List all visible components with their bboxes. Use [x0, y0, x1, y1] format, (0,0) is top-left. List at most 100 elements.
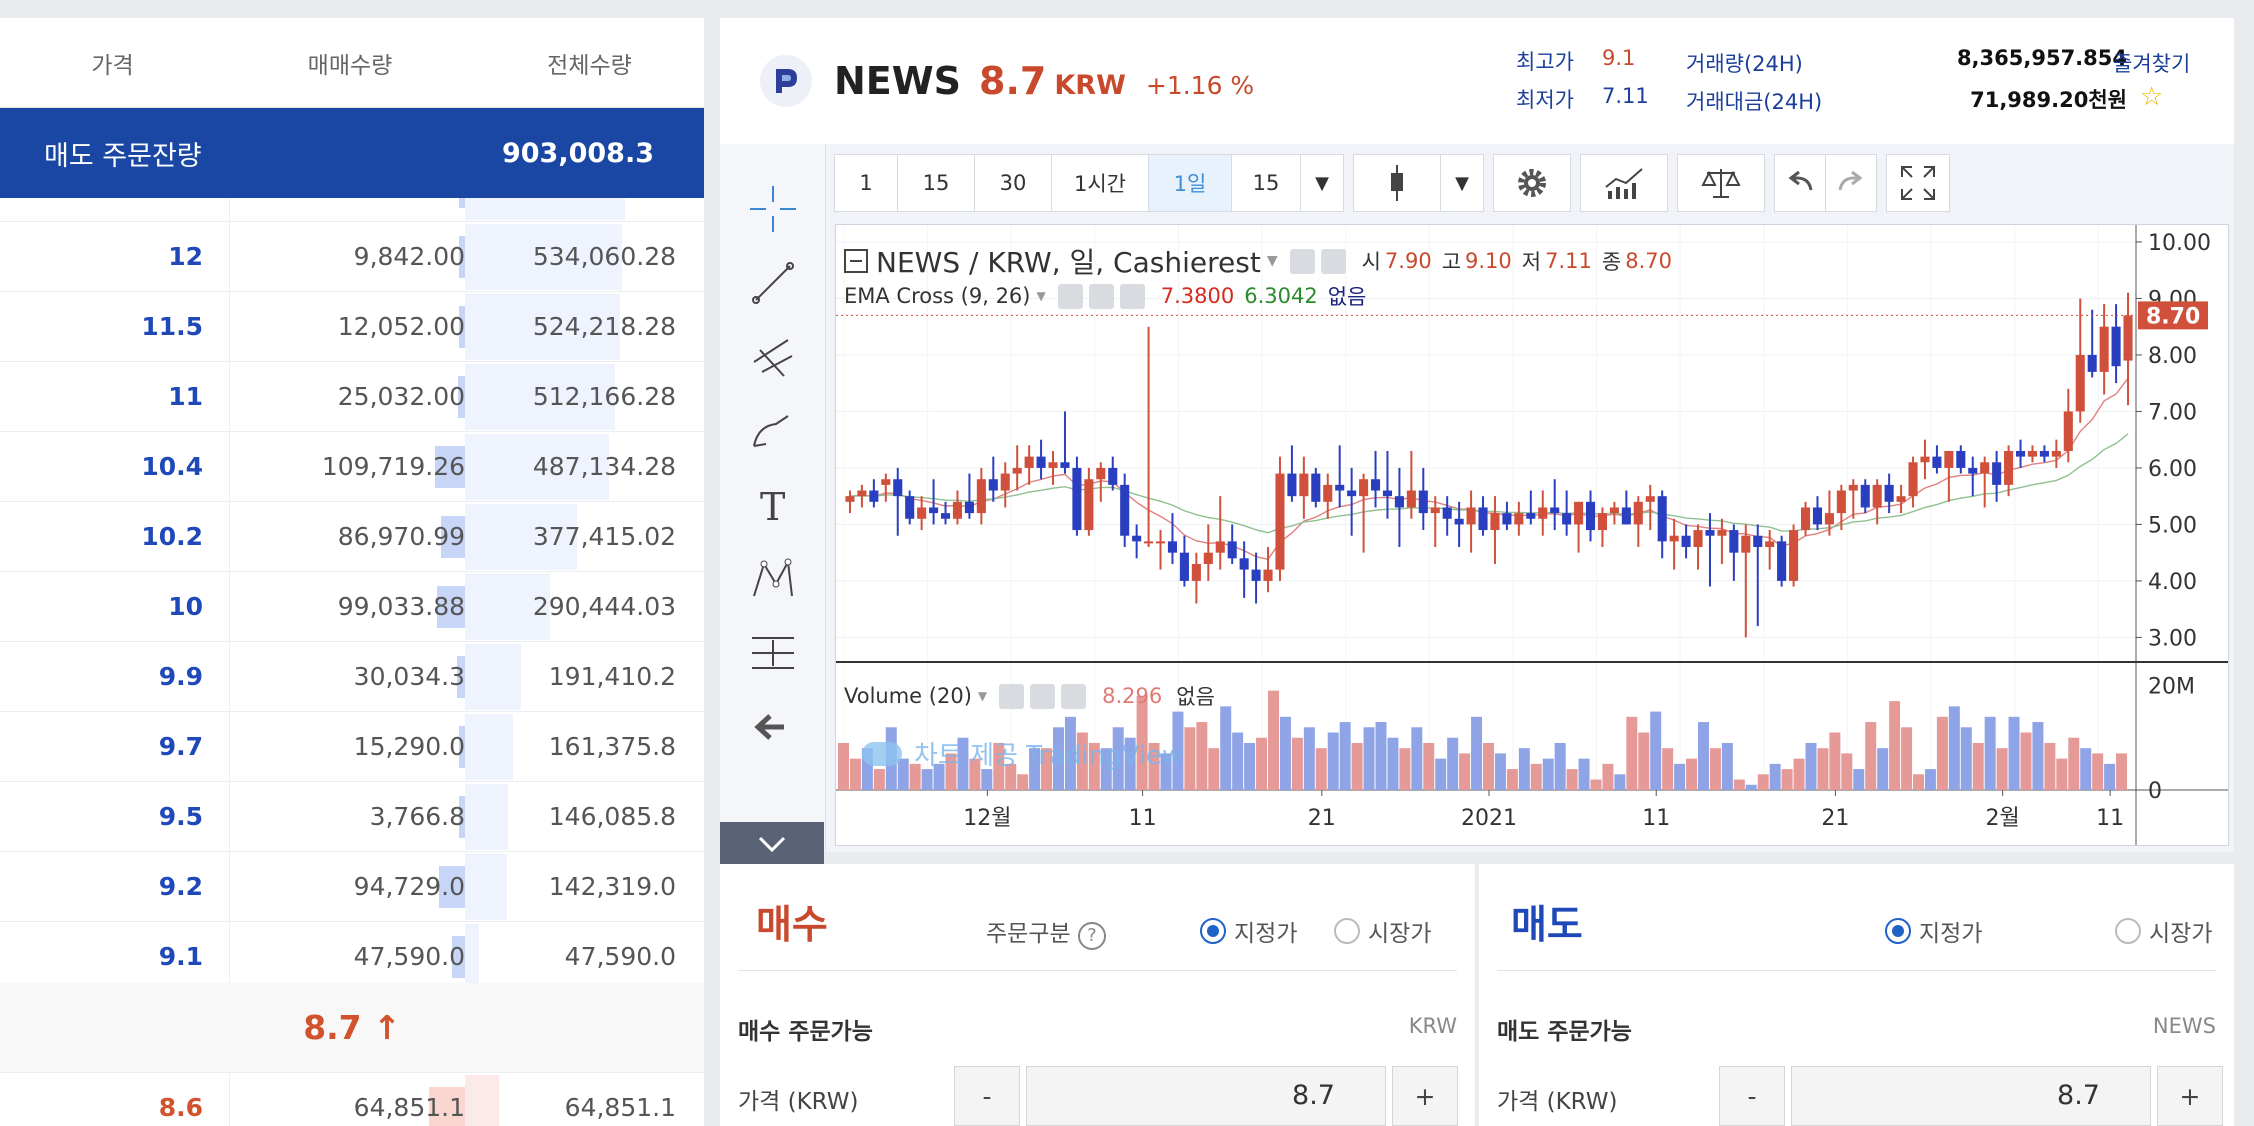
settings-button[interactable]: [1493, 154, 1571, 212]
volume-bar: [1638, 732, 1650, 790]
fullscreen-button[interactable]: [1886, 154, 1950, 212]
candle-body: [1299, 473, 1309, 497]
volume-bar: [2068, 737, 2080, 790]
volume-bar: [1483, 742, 1494, 790]
candle-body: [1108, 467, 1118, 485]
ask-total-cell: 161,375.8: [465, 712, 704, 781]
measure-icon[interactable]: [744, 624, 802, 682]
candle-type-dropdown[interactable]: ▼: [1440, 154, 1484, 212]
ask-row[interactable]: 9.2 94,729.0 142,319.0: [0, 852, 704, 922]
ask-qty: 8,948.00: [354, 198, 465, 201]
ask-row[interactable]: 9.7 15,290.0 161,375.8: [0, 712, 704, 782]
volume-bar: [1948, 706, 1960, 790]
ask-price: 10.4: [0, 432, 230, 501]
pattern-icon[interactable]: [744, 550, 802, 608]
ask-row[interactable]: 12.5 8,948.00 543,008.28: [0, 198, 704, 222]
sell-market-radio[interactable]: 시장가: [2115, 914, 2212, 948]
ask-row[interactable]: 11 25,032.00 512,166.28: [0, 362, 704, 432]
crosshair-icon[interactable]: [744, 180, 802, 238]
interval-1d[interactable]: 1일: [1148, 154, 1232, 212]
bid-row[interactable]: 8.6 64,851.1 64,851.1: [0, 1073, 704, 1126]
candle-type-button[interactable]: [1353, 154, 1441, 212]
back-arrow-icon[interactable]: [744, 698, 802, 756]
ask-total-cell: 290,444.03: [465, 572, 704, 641]
ask-total: 543,008.28: [533, 198, 676, 201]
fork-icon[interactable]: [744, 328, 802, 386]
ask-row[interactable]: 10.2 86,970.99 377,415.02: [0, 502, 704, 572]
interval-custom[interactable]: 15: [1231, 154, 1301, 212]
text-icon[interactable]: T: [744, 476, 802, 534]
legend-collapse-icon[interactable]: [844, 249, 868, 273]
buy-price-input[interactable]: 8.7: [1026, 1066, 1386, 1126]
volume-bar: [1913, 774, 1924, 790]
ask-row[interactable]: 9.9 30,034.3 191,410.2: [0, 642, 704, 712]
ask-row[interactable]: 10.4 109,719.26 487,134.28: [0, 432, 704, 502]
gear-icon[interactable]: [1320, 248, 1346, 274]
favorite-button[interactable]: 즐겨찾기 ☆: [2113, 48, 2190, 112]
interval-1h[interactable]: 1시간: [1051, 154, 1149, 212]
undo-button[interactable]: [1774, 154, 1826, 212]
collapse-toolbar-button[interactable]: [720, 822, 824, 868]
help-icon[interactable]: ?: [1077, 922, 1106, 950]
sell-price-input[interactable]: 8.7: [1791, 1066, 2151, 1126]
compare-button[interactable]: [1677, 154, 1765, 212]
volume-bar: [1889, 701, 1901, 790]
volume-bar: [1303, 727, 1315, 790]
ask-row[interactable]: 9.5 3,766.8 146,085.8: [0, 782, 704, 852]
ask-row[interactable]: 11.5 12,052.00 524,218.28: [0, 292, 704, 362]
bid-total-bar: [465, 1075, 499, 1126]
ask-row[interactable]: 9.1 47,590.0 47,590.0: [0, 922, 704, 983]
ask-total: 377,415.02: [532, 522, 676, 551]
close-icon[interactable]: [1119, 283, 1145, 309]
buy-market-radio[interactable]: 시장가: [1334, 914, 1431, 948]
candle-body: [1370, 479, 1381, 491]
price-tick-label: 7.00: [2148, 400, 2197, 425]
bid-total-cell: 64,851.1: [465, 1073, 704, 1126]
candle-body: [1335, 484, 1345, 491]
eye-icon[interactable]: [1289, 248, 1315, 274]
buy-price-plus[interactable]: +: [1392, 1066, 1458, 1126]
ask-summary-label: 매도 주문잔량: [44, 140, 202, 172]
candle-body: [917, 507, 927, 519]
interval-dropdown[interactable]: ▼: [1300, 154, 1344, 212]
sell-price-plus[interactable]: +: [2157, 1066, 2223, 1126]
legend-dropdown-icon[interactable]: ▼: [1267, 253, 1278, 269]
price-chart[interactable]: 10.00 9.00 8.00 7.00 6.00 5.00 4.00 3.00 20M 0 8.7…: [835, 224, 2229, 846]
volume-bar: [1781, 769, 1793, 790]
ohlc-close-label: 종: [1601, 250, 1622, 274]
redo-button[interactable]: [1825, 154, 1877, 212]
interval-1m[interactable]: 1: [834, 154, 898, 212]
ema-dropdown-icon[interactable]: ▼: [1037, 289, 1046, 303]
interval-15m[interactable]: 15: [897, 154, 975, 212]
candle-icon: [1391, 165, 1403, 201]
buy-limit-radio[interactable]: 지정가: [1200, 914, 1297, 948]
indicators-button[interactable]: [1580, 154, 1668, 212]
divider: [738, 970, 1457, 971]
ask-row[interactable]: 10 99,033.88 290,444.03: [0, 572, 704, 642]
volume-bar: [1232, 732, 1244, 790]
candle-body: [1191, 563, 1201, 581]
eye-icon[interactable]: [999, 683, 1025, 709]
interval-30m[interactable]: 30: [974, 154, 1052, 212]
order-panels: 매수 주문구분 ? 지정가 시장가 매수 주문가능 KRW 가격 (KRW) -…: [720, 864, 2234, 1126]
ask-price: 9.9: [0, 642, 230, 711]
eye-icon[interactable]: [1057, 283, 1083, 309]
volume-bar: [2116, 753, 2128, 790]
candle-body: [1753, 535, 1763, 548]
sell-limit-radio[interactable]: 지정가: [1885, 914, 1982, 948]
buy-title: 매수: [756, 903, 828, 948]
star-icon: ☆: [2139, 82, 2164, 112]
close-icon[interactable]: [1061, 683, 1087, 709]
trendline-icon[interactable]: [744, 254, 802, 312]
candle-body: [1681, 535, 1691, 548]
volume-bar: [1841, 753, 1853, 790]
ask-row[interactable]: 12 9,842.00 534,060.28: [0, 222, 704, 292]
brush-icon[interactable]: [744, 402, 802, 460]
volume-bar: [1518, 748, 1530, 790]
volume-dropdown-icon[interactable]: ▼: [978, 689, 987, 703]
volume-bar: [1829, 732, 1841, 790]
buy-price-minus[interactable]: -: [954, 1066, 1020, 1126]
sell-price-minus[interactable]: -: [1719, 1066, 1785, 1126]
gear-icon[interactable]: [1088, 283, 1114, 309]
gear-icon[interactable]: [1030, 683, 1056, 709]
